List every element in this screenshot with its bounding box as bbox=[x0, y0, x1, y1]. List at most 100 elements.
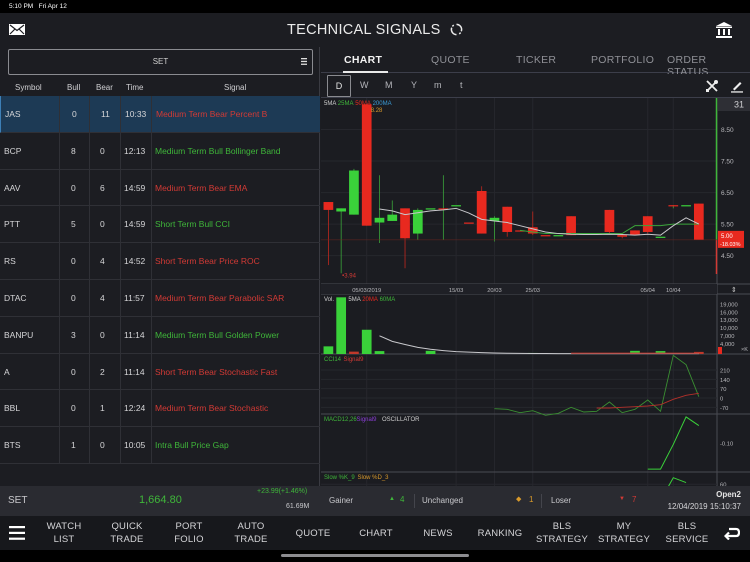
drawing-tools-icon[interactable] bbox=[705, 79, 719, 93]
row-bear-count: 0 bbox=[100, 440, 105, 451]
col-bear[interactable]: Bear bbox=[96, 83, 113, 92]
nav-item-watch-list[interactable]: WATCH LIST bbox=[29, 520, 99, 546]
col-signal[interactable]: Signal bbox=[224, 83, 246, 92]
volume-bar bbox=[323, 346, 334, 354]
tab-ticker[interactable]: TICKER bbox=[516, 54, 556, 66]
nav-item-quote[interactable]: QUOTE bbox=[278, 527, 348, 540]
volume-tick-label: 16,000 bbox=[720, 310, 738, 316]
candle-body bbox=[400, 208, 410, 239]
row-signal: Short Term Bull CCI bbox=[155, 219, 230, 230]
nav-label: LIST bbox=[53, 534, 75, 545]
row-bull-count: 0 bbox=[71, 182, 76, 193]
date-tick-label: 25/03 bbox=[526, 288, 541, 294]
timeframe-tick[interactable]: t bbox=[460, 80, 463, 90]
candle-body bbox=[323, 202, 334, 210]
signal-row[interactable]: DTAC 0 4 11:57 Medium Term Bear Parabolic SA… bbox=[0, 280, 320, 317]
back-arrow-icon[interactable] bbox=[724, 527, 740, 540]
market-datetime: 12/04/2019 15:10:37 bbox=[667, 502, 741, 511]
last-price-change: -18.03% bbox=[720, 242, 741, 248]
home-indicator[interactable] bbox=[281, 554, 469, 557]
divider bbox=[541, 494, 542, 508]
up-arrow-icon: ▲ bbox=[389, 496, 395, 502]
row-symbol: A bbox=[4, 366, 10, 377]
timeframe-month[interactable]: M bbox=[385, 80, 393, 90]
nav-item-chart[interactable]: CHART bbox=[341, 527, 411, 540]
signal-row[interactable]: AAV 0 6 14:59 Medium Term Bear EMA bbox=[0, 170, 320, 207]
signal-row[interactable]: BTS 1 0 10:05 Intra Bull Price Gap bbox=[0, 427, 320, 464]
nav-item-ranking[interactable]: RANKING bbox=[465, 527, 535, 540]
signal-row[interactable]: RS 0 4 14:52 Short Term Bear Price ROC bbox=[0, 243, 320, 280]
nav-item-bls-service[interactable]: BLS SERVICE bbox=[652, 520, 722, 546]
timeframe-minute[interactable]: m bbox=[434, 80, 442, 90]
nav-item-bls-strategy[interactable]: BLS STRATEGY bbox=[527, 520, 597, 546]
volume-bar bbox=[374, 351, 385, 354]
nav-item-news[interactable]: NEWS bbox=[403, 527, 473, 540]
nav-item-auto-trade[interactable]: AUTO TRADE bbox=[216, 520, 286, 546]
price-tick-label: 5.50 bbox=[721, 222, 734, 229]
nav-label: SERVICE bbox=[665, 534, 709, 545]
nav-label: FOLIO bbox=[174, 534, 204, 545]
signal-row[interactable]: JAS 0 11 10:33 Medium Term Bear Percent B bbox=[0, 96, 320, 133]
main-legend-item: 25MA bbox=[338, 101, 354, 107]
signal-row[interactable]: BCP 8 0 12:13 Medium Term Bull Bollinger Ban… bbox=[0, 133, 320, 170]
axis-scroll-icon: ⇕ bbox=[731, 286, 737, 294]
bottom-nav: WATCH LIST QUICK TRADE PORT FOLIO AUTO TRADE QUO… bbox=[0, 516, 750, 550]
hamburger-menu-icon[interactable] bbox=[9, 526, 25, 540]
signal-row[interactable]: BBL 0 1 12:24 Medium Term Bear Stochastic bbox=[0, 390, 320, 428]
row-bull-count: 0 bbox=[71, 403, 76, 414]
tab-chart[interactable]: CHART bbox=[344, 54, 382, 66]
nav-item-quick-trade[interactable]: QUICK TRADE bbox=[92, 520, 162, 546]
row-signal: Short Term Bear Stochastic Fast bbox=[155, 366, 278, 377]
market-summary-bar: SET 1,664.80 +23.99(+1.46%) 61.69M Gaine… bbox=[0, 486, 750, 516]
price-tick-label: 4.50 bbox=[721, 253, 734, 260]
home-indicator-area bbox=[0, 550, 750, 562]
pen-icon[interactable] bbox=[730, 79, 744, 93]
signal-row[interactable]: A 0 2 11:14 Short Term Bear Stochastic Fast bbox=[0, 354, 320, 391]
col-divider bbox=[89, 96, 90, 464]
signal-row[interactable]: BANPU 3 0 11:14 Medium Term Bull Golden Powe… bbox=[0, 317, 320, 354]
row-time: 12:24 bbox=[124, 403, 146, 414]
nav-item-my-strategy[interactable]: MY STRATEGY bbox=[589, 520, 659, 546]
tab-quote[interactable]: QUOTE bbox=[431, 54, 470, 66]
candle-body bbox=[451, 205, 461, 207]
timeframe-day[interactable]: D bbox=[327, 75, 351, 97]
date-tick-label: 15/03 bbox=[449, 288, 464, 294]
nav-label: STRATEGY bbox=[535, 534, 589, 545]
row-time: 12:13 bbox=[124, 145, 146, 156]
nav-label: WATCH bbox=[46, 521, 82, 532]
detail-panel: CHART QUOTE TICKER PORTFOLIO ORDER STATU… bbox=[321, 47, 750, 533]
row-signal: Medium Term Bull Golden Power bbox=[155, 329, 280, 340]
volume-last-badge bbox=[718, 347, 722, 354]
list-icon bbox=[301, 58, 307, 65]
col-divider bbox=[151, 96, 152, 464]
refresh-icon[interactable] bbox=[450, 23, 463, 36]
timeframe-week[interactable]: W bbox=[360, 80, 369, 90]
candle-body bbox=[502, 206, 513, 232]
market-selector-dropdown[interactable]: SET bbox=[8, 49, 313, 75]
timeframe-year[interactable]: Y bbox=[411, 80, 417, 90]
row-time: 14:59 bbox=[124, 182, 146, 193]
macd-legend-item: OSCILLATOR bbox=[382, 417, 420, 423]
row-bear-count: 4 bbox=[100, 256, 105, 267]
col-time[interactable]: Time bbox=[126, 83, 143, 92]
nav-item-port-folio[interactable]: PORT FOLIO bbox=[154, 520, 224, 546]
index-change: +23.99(+1.46%) bbox=[257, 488, 308, 495]
chart-area[interactable]: 8.50 7.50 6.50 5.50 4.50 31 5MA 25MA 50MA 200MA 8.… bbox=[321, 98, 750, 533]
bank-icon[interactable] bbox=[715, 21, 733, 39]
signal-row[interactable]: PTT 5 0 14:59 Short Term Bull CCI bbox=[0, 206, 320, 244]
col-bull[interactable]: Bull bbox=[67, 83, 80, 92]
nav-label: STRATEGY bbox=[597, 534, 651, 545]
cci-tick-label: 0 bbox=[720, 397, 723, 403]
cci-line bbox=[494, 354, 700, 416]
row-time: 14:52 bbox=[124, 256, 146, 267]
chart-svg[interactable]: 8.507.506.505.504.50315MA 25MA 50MA 200MA8.… bbox=[321, 98, 750, 533]
row-bull-count: 0 bbox=[71, 292, 76, 303]
signals-table: JAS 0 11 10:33 Medium Term Bear Percent B BCP… bbox=[0, 96, 320, 464]
row-time: 14:59 bbox=[124, 219, 146, 230]
tab-portfolio[interactable]: PORTFOLIO bbox=[591, 54, 654, 66]
candle-body bbox=[476, 191, 487, 234]
row-bull-count: 3 bbox=[71, 329, 76, 340]
stoch-legend-item: Slow %D_3 bbox=[358, 475, 390, 481]
row-time: 10:33 bbox=[125, 109, 147, 119]
col-symbol[interactable]: Symbol bbox=[15, 83, 42, 92]
